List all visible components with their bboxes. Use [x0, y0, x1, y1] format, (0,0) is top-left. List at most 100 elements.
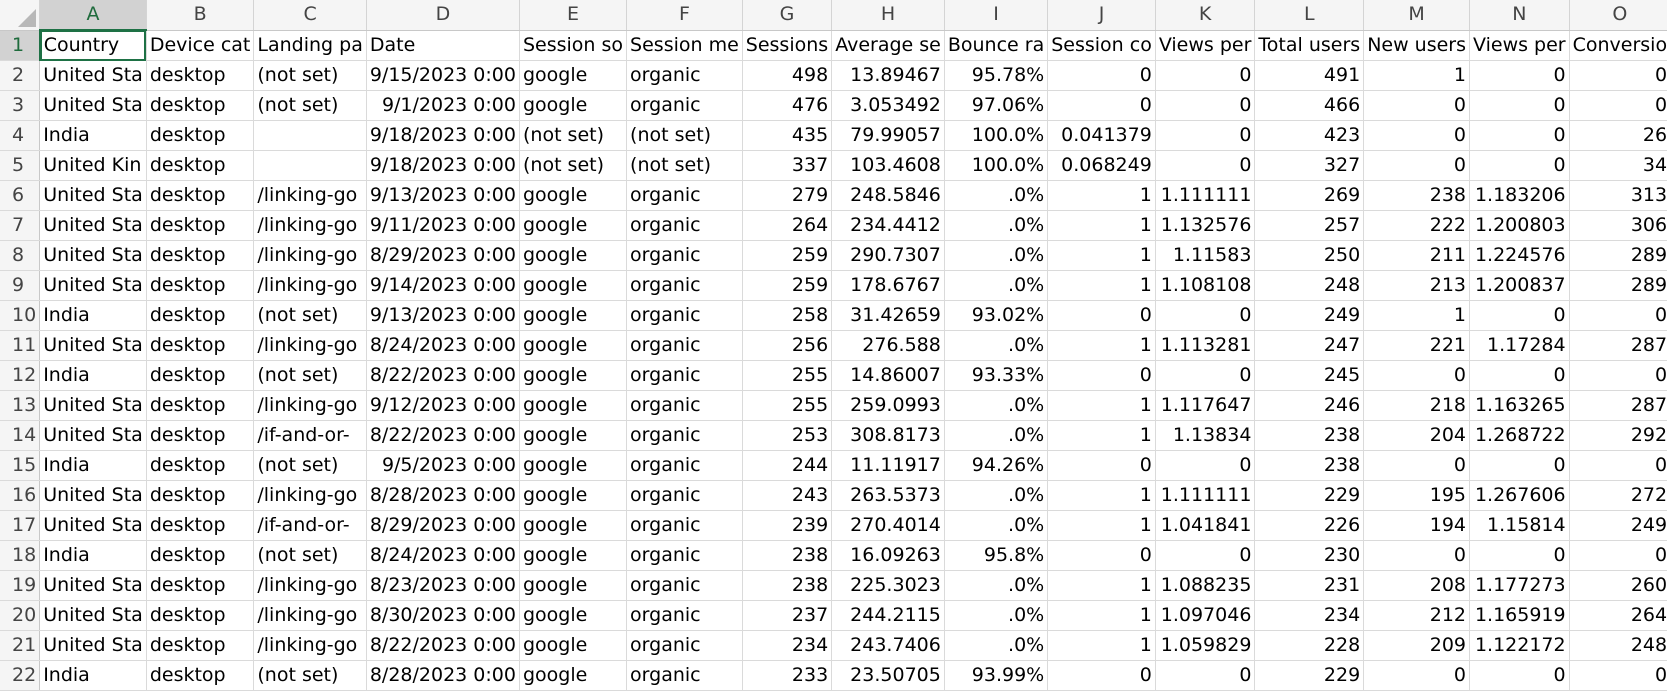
- cell-j16[interactable]: 1: [1047, 480, 1156, 511]
- cell-e3[interactable]: google: [519, 90, 628, 121]
- cell-g2[interactable]: 498: [742, 60, 833, 91]
- cell-d20[interactable]: 8/30/2023 0:00: [366, 600, 520, 631]
- cell-a15[interactable]: India: [39, 450, 147, 481]
- cell-f20[interactable]: organic: [626, 600, 743, 631]
- cell-l1[interactable]: Total users: [1254, 30, 1365, 61]
- cell-m18[interactable]: 0: [1363, 540, 1471, 571]
- cell-i11[interactable]: .0%: [944, 330, 1049, 361]
- cell-l17[interactable]: 226: [1254, 510, 1365, 541]
- cell-m11[interactable]: 221: [1363, 330, 1471, 361]
- cell-b14[interactable]: desktop: [146, 420, 255, 451]
- cell-h6[interactable]: 248.5846: [831, 180, 945, 211]
- cell-n9[interactable]: 1.200837: [1469, 270, 1570, 301]
- cell-o9[interactable]: 289: [1569, 270, 1667, 301]
- cell-h12[interactable]: 14.86007: [831, 360, 945, 391]
- cell-o8[interactable]: 289: [1569, 240, 1667, 271]
- cell-n3[interactable]: 0: [1469, 90, 1570, 121]
- cell-e10[interactable]: google: [519, 300, 628, 331]
- cell-m8[interactable]: 211: [1363, 240, 1471, 271]
- cell-a20[interactable]: United Sta: [39, 600, 147, 631]
- cell-h17[interactable]: 270.4014: [831, 510, 945, 541]
- cell-i22[interactable]: 93.99%: [944, 660, 1049, 691]
- cell-k19[interactable]: 1.088235: [1155, 570, 1256, 601]
- cell-l8[interactable]: 250: [1254, 240, 1365, 271]
- cell-j4[interactable]: 0.041379: [1047, 120, 1156, 151]
- row-header[interactable]: 21: [0, 630, 41, 661]
- cell-i21[interactable]: .0%: [944, 630, 1049, 661]
- cell-a10[interactable]: India: [39, 300, 147, 331]
- cell-m19[interactable]: 208: [1363, 570, 1471, 601]
- cell-i7[interactable]: .0%: [944, 210, 1049, 241]
- row-header[interactable]: 17: [0, 510, 41, 541]
- cell-b13[interactable]: desktop: [146, 390, 255, 421]
- cell-h13[interactable]: 259.0993: [831, 390, 945, 421]
- column-header-h[interactable]: H: [831, 0, 945, 31]
- cell-l9[interactable]: 248: [1254, 270, 1365, 301]
- cell-c22[interactable]: (not set): [253, 660, 367, 691]
- column-header-d[interactable]: D: [366, 0, 520, 31]
- cell-o17[interactable]: 249: [1569, 510, 1667, 541]
- cell-a14[interactable]: United Sta: [39, 420, 147, 451]
- cell-b5[interactable]: desktop: [146, 150, 255, 181]
- cell-a16[interactable]: United Sta: [39, 480, 147, 511]
- cell-m2[interactable]: 1: [1363, 60, 1471, 91]
- cell-a18[interactable]: India: [39, 540, 147, 571]
- cell-m13[interactable]: 218: [1363, 390, 1471, 421]
- cell-g17[interactable]: 239: [742, 510, 833, 541]
- cell-d3[interactable]: 9/1/2023 0:00: [366, 90, 520, 121]
- cell-k17[interactable]: 1.041841: [1155, 510, 1256, 541]
- cell-f16[interactable]: organic: [626, 480, 743, 511]
- cell-e15[interactable]: google: [519, 450, 628, 481]
- cell-d1[interactable]: Date: [366, 30, 520, 61]
- cell-f9[interactable]: organic: [626, 270, 743, 301]
- cell-n8[interactable]: 1.224576: [1469, 240, 1570, 271]
- cell-e6[interactable]: google: [519, 180, 628, 211]
- cell-j10[interactable]: 0: [1047, 300, 1156, 331]
- cell-h21[interactable]: 243.7406: [831, 630, 945, 661]
- cell-i16[interactable]: .0%: [944, 480, 1049, 511]
- row-header[interactable]: 13: [0, 390, 41, 421]
- cell-b9[interactable]: desktop: [146, 270, 255, 301]
- cell-m1[interactable]: New users: [1363, 30, 1471, 61]
- cell-i4[interactable]: 100.0%: [944, 120, 1049, 151]
- cell-a1[interactable]: Country: [39, 30, 147, 61]
- cell-c14[interactable]: /if-and-or-: [253, 420, 367, 451]
- cell-e13[interactable]: google: [519, 390, 628, 421]
- cell-g19[interactable]: 238: [742, 570, 833, 601]
- cell-i20[interactable]: .0%: [944, 600, 1049, 631]
- cell-c12[interactable]: (not set): [253, 360, 367, 391]
- cell-k16[interactable]: 1.111111: [1155, 480, 1256, 511]
- cell-o13[interactable]: 287: [1569, 390, 1667, 421]
- cell-i15[interactable]: 94.26%: [944, 450, 1049, 481]
- cell-c20[interactable]: /linking-go: [253, 600, 367, 631]
- cell-a3[interactable]: United Sta: [39, 90, 147, 121]
- cell-k10[interactable]: 0: [1155, 300, 1256, 331]
- cell-e18[interactable]: google: [519, 540, 628, 571]
- cell-d13[interactable]: 9/12/2023 0:00: [366, 390, 520, 421]
- cell-h16[interactable]: 263.5373: [831, 480, 945, 511]
- cell-n12[interactable]: 0: [1469, 360, 1570, 391]
- cell-f7[interactable]: organic: [626, 210, 743, 241]
- cell-f17[interactable]: organic: [626, 510, 743, 541]
- cell-f10[interactable]: organic: [626, 300, 743, 331]
- cell-i3[interactable]: 97.06%: [944, 90, 1049, 121]
- cell-j2[interactable]: 0: [1047, 60, 1156, 91]
- cell-c9[interactable]: /linking-go: [253, 270, 367, 301]
- cell-f19[interactable]: organic: [626, 570, 743, 601]
- cell-f22[interactable]: organic: [626, 660, 743, 691]
- column-header-g[interactable]: G: [742, 0, 833, 31]
- cell-c11[interactable]: /linking-go: [253, 330, 367, 361]
- cell-n15[interactable]: 0: [1469, 450, 1570, 481]
- cell-a6[interactable]: United Sta: [39, 180, 147, 211]
- cell-m22[interactable]: 0: [1363, 660, 1471, 691]
- column-header-k[interactable]: K: [1155, 0, 1256, 31]
- cell-l14[interactable]: 238: [1254, 420, 1365, 451]
- cell-h19[interactable]: 225.3023: [831, 570, 945, 601]
- cell-d7[interactable]: 9/11/2023 0:00: [366, 210, 520, 241]
- cell-n10[interactable]: 0: [1469, 300, 1570, 331]
- cell-c15[interactable]: (not set): [253, 450, 367, 481]
- cell-k20[interactable]: 1.097046: [1155, 600, 1256, 631]
- cell-b10[interactable]: desktop: [146, 300, 255, 331]
- cell-b1[interactable]: Device cat: [146, 30, 255, 61]
- cell-j5[interactable]: 0.068249: [1047, 150, 1156, 181]
